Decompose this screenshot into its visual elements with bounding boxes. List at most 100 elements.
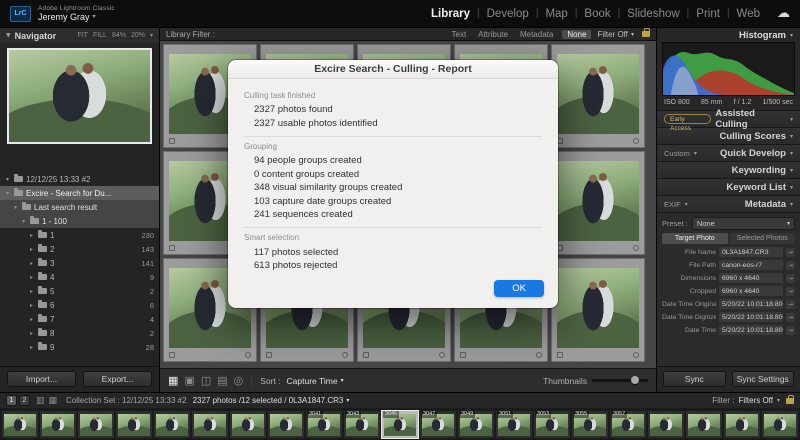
primary-display-icon[interactable]: ▥ bbox=[36, 396, 45, 406]
tree-caret-icon[interactable]: ▸ bbox=[28, 232, 35, 239]
filmstrip-thumb[interactable]: 3045 bbox=[381, 410, 419, 439]
rotate-badge-icon[interactable] bbox=[342, 352, 348, 358]
sort-dropdown[interactable]: Capture Time ▾ bbox=[287, 376, 344, 386]
module-map[interactable]: Map bbox=[545, 8, 567, 20]
filmstrip-thumb[interactable] bbox=[762, 411, 798, 438]
cloud-sync-icon[interactable]: ☁ bbox=[777, 6, 790, 21]
tree-row[interactable]: ▸ 6 6 bbox=[0, 298, 159, 312]
filmstrip-thumb[interactable] bbox=[648, 411, 684, 438]
filmstrip-thumb[interactable]: 3047 bbox=[420, 411, 456, 438]
tree-row[interactable]: ▸ 8 2 bbox=[0, 326, 159, 340]
filmstrip-thumb[interactable] bbox=[230, 411, 266, 438]
rotate-badge-icon[interactable] bbox=[245, 352, 251, 358]
field-value[interactable]: 6960 x 4640 bbox=[719, 273, 783, 283]
chevron-down-icon[interactable]: ▾ bbox=[150, 32, 153, 39]
goto-arrow-icon[interactable]: → bbox=[786, 273, 795, 283]
flag-badge-icon[interactable] bbox=[169, 352, 175, 358]
tree-caret-icon[interactable]: ▾ bbox=[4, 190, 11, 197]
field-value[interactable]: 5/20/22 10:01:18.800 bbox=[719, 325, 783, 335]
filmstrip-thumb[interactable]: 3055 bbox=[572, 411, 608, 438]
histogram-graph[interactable] bbox=[662, 42, 795, 96]
panel-header-quick-develop[interactable]: Custom ▾ Quick Develop ▾ bbox=[657, 144, 800, 161]
grid-photo-cell[interactable] bbox=[551, 151, 645, 255]
filmstrip-thumb[interactable] bbox=[724, 411, 760, 438]
zoom-fill[interactable]: FILL bbox=[93, 32, 107, 39]
panel-header-keywording[interactable]: Keywording ▾ bbox=[657, 161, 800, 178]
filmstrip-thumb[interactable] bbox=[154, 411, 190, 438]
tree-caret-icon[interactable]: ▸ bbox=[28, 288, 35, 295]
tree-row[interactable]: ▸ 4 9 bbox=[0, 270, 159, 284]
tree-row[interactable]: ▾ 12/12/25 13:33 #2 bbox=[0, 172, 159, 186]
flag-badge-icon[interactable] bbox=[557, 352, 563, 358]
flag-badge-icon[interactable] bbox=[363, 352, 369, 358]
field-value[interactable]: 5/20/22 10:01:18.800 bbox=[719, 299, 783, 309]
tree-caret-icon[interactable]: ▸ bbox=[28, 260, 35, 267]
preset-dropdown[interactable]: None ▾ bbox=[691, 217, 795, 230]
filter-lock-icon[interactable] bbox=[642, 28, 650, 37]
rotate-badge-icon[interactable] bbox=[536, 352, 542, 358]
tree-row[interactable]: ▸ 7 4 bbox=[0, 312, 159, 326]
tree-row[interactable]: ▸ 3 141 bbox=[0, 256, 159, 270]
goto-arrow-icon[interactable]: → bbox=[786, 286, 795, 296]
filmstrip-thumb[interactable]: 3051 bbox=[496, 411, 532, 438]
tree-row[interactable]: ▾ Excire - Search for Du... bbox=[0, 186, 159, 200]
zoom-percent[interactable]: 84% bbox=[112, 32, 126, 39]
loupe-view-icon[interactable]: ▣ bbox=[184, 375, 194, 386]
tree-caret-icon[interactable]: ▸ bbox=[28, 316, 35, 323]
sync-settings-button[interactable]: Sync Settings bbox=[731, 371, 794, 387]
filter-option-metadata[interactable]: Metadata bbox=[517, 30, 556, 39]
filter-option-attribute[interactable]: Attribute bbox=[475, 30, 511, 39]
ok-button[interactable]: OK bbox=[494, 280, 544, 297]
panel-header-keyword-list[interactable]: Keyword List ▾ bbox=[657, 178, 800, 195]
tree-caret-icon[interactable]: ▾ bbox=[12, 204, 19, 211]
tree-row[interactable]: ▸ 1 230 bbox=[0, 228, 159, 242]
field-value[interactable]: 5/20/22 10:01:18.800 bbox=[719, 312, 783, 322]
module-develop[interactable]: Develop bbox=[487, 8, 529, 20]
filmstrip-thumb[interactable]: 3053 bbox=[534, 411, 570, 438]
account-menu[interactable]: Jeremy Gray ▾ bbox=[38, 12, 115, 22]
flag-badge-icon[interactable] bbox=[169, 245, 175, 251]
filmstrip-filter-lock-icon[interactable] bbox=[786, 394, 794, 404]
tree-caret-icon[interactable]: ▸ bbox=[28, 302, 35, 309]
import-button[interactable]: Import... bbox=[7, 371, 76, 387]
compare-view-icon[interactable]: ◫ bbox=[201, 375, 211, 386]
panel-header-assisted-culling[interactable]: Early Access Assisted Culling ▾ bbox=[657, 108, 800, 132]
filmstrip-thumb[interactable] bbox=[40, 411, 76, 438]
flag-badge-icon[interactable] bbox=[266, 352, 272, 358]
rotate-badge-icon[interactable] bbox=[633, 245, 639, 251]
tree-row[interactable]: ▸ 9 28 bbox=[0, 340, 159, 354]
filter-option-text[interactable]: Text bbox=[449, 30, 470, 39]
module-web[interactable]: Web bbox=[737, 8, 760, 20]
zoom-ratio[interactable]: 20% bbox=[131, 32, 145, 39]
secondary-display-icon[interactable]: ▦ bbox=[49, 396, 58, 406]
selected-photos-button[interactable]: Selected Photos bbox=[729, 233, 795, 244]
tree-caret-icon[interactable]: ▸ bbox=[28, 344, 35, 351]
filmstrip-thumb[interactable] bbox=[116, 411, 152, 438]
flag-badge-icon[interactable] bbox=[460, 352, 466, 358]
rotate-badge-icon[interactable] bbox=[633, 352, 639, 358]
target-photo-button[interactable]: Target Photo bbox=[662, 233, 728, 244]
tree-caret-icon[interactable]: ▾ bbox=[20, 218, 27, 225]
slider-knob[interactable] bbox=[631, 376, 639, 384]
filmstrip-thumb[interactable]: 3057 bbox=[610, 411, 646, 438]
filmstrip-thumb[interactable] bbox=[192, 411, 228, 438]
module-print[interactable]: Print bbox=[696, 8, 720, 20]
photo-info-dropdown[interactable]: 2327 photos /12 selected / 0L3A1847.CR3 … bbox=[193, 396, 350, 405]
tree-row[interactable]: ▾ Last search result bbox=[0, 200, 159, 214]
filmstrip-thumb[interactable] bbox=[268, 411, 304, 438]
module-slideshow[interactable]: Slideshow bbox=[627, 8, 679, 20]
flag-badge-icon[interactable] bbox=[169, 138, 175, 144]
histogram-header[interactable]: Histogram ▾ bbox=[657, 28, 800, 42]
filmstrip-thumb[interactable]: 3049 bbox=[458, 411, 494, 438]
zoom-fit[interactable]: FIT bbox=[77, 32, 88, 39]
filmstrip-thumb[interactable]: 3043 bbox=[344, 411, 380, 438]
grid-photo-cell[interactable] bbox=[551, 44, 645, 148]
sync-button[interactable]: Sync bbox=[663, 371, 726, 387]
panel-left-label[interactable]: Custom bbox=[664, 149, 690, 158]
tree-row[interactable]: ▾ 1 - 100 bbox=[0, 214, 159, 228]
goto-arrow-icon[interactable]: → bbox=[786, 325, 795, 335]
panel-header-metadata[interactable]: EXIF ▾ Metadata ▾ bbox=[657, 195, 800, 212]
rotate-badge-icon[interactable] bbox=[439, 352, 445, 358]
navigator-preview[interactable] bbox=[7, 48, 152, 144]
filmstrip-thumb[interactable] bbox=[686, 411, 722, 438]
